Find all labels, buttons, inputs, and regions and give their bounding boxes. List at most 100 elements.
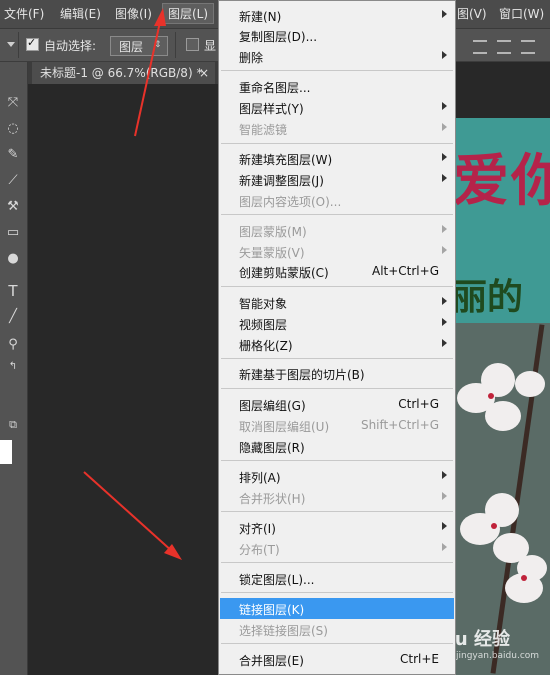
menu-separator — [221, 562, 453, 563]
canvas-text-heading: 爱你 — [455, 148, 550, 214]
show-transform-checkbox[interactable] — [186, 38, 199, 51]
menu-item-label: 图层编组(G) — [239, 399, 306, 413]
menu-item-label: 图层内容选项(O)... — [239, 195, 342, 209]
menu-item-smart-object[interactable]: 智能对象 — [220, 292, 454, 313]
type-tool-icon[interactable]: T — [2, 282, 24, 300]
menu-item-group-layers[interactable]: 图层编组(G) Ctrl+G — [220, 394, 454, 415]
menu-item-label: 新建填充图层(W) — [239, 153, 333, 167]
menu-item-video-layer[interactable]: 视频图层 — [220, 313, 454, 334]
divider — [18, 32, 19, 58]
menu-item-arrange[interactable]: 排列(A) — [220, 466, 454, 487]
menu-item-layer-mask: 图层蒙版(M) — [220, 220, 454, 241]
line-tool-icon[interactable]: ╱ — [2, 308, 24, 326]
menu-item-new-layer-based-slice[interactable]: 新建基于图层的切片(B) — [220, 363, 454, 384]
menu-item-layer-style[interactable]: 图层样式(Y) — [220, 97, 454, 118]
spinner-icon: ⇕ — [154, 40, 162, 50]
auto-select-checkbox[interactable] — [26, 36, 39, 51]
menu-separator — [221, 592, 453, 593]
layer-menu: 新建(N) 复制图层(D)... 删除 重命名图层... 图层样式(Y) 智能滤… — [218, 0, 456, 675]
menu-item-label: 智能滤镜 — [239, 123, 288, 137]
submenu-arrow-icon — [442, 543, 447, 551]
zoom-tool-icon[interactable]: ⚲ — [2, 336, 24, 354]
menu-item-lock-layers[interactable]: 锁定图层(L)... — [220, 568, 454, 589]
tab-close-icon[interactable]: × — [199, 62, 209, 84]
auto-select-dropdown[interactable]: 图层 ⇕ — [110, 36, 168, 56]
swap-colors-icon[interactable]: ↰ — [2, 358, 24, 376]
menu-item-label: 合并形状(H) — [239, 492, 306, 506]
menu-item-label: 视频图层 — [239, 318, 288, 332]
menu-item-shortcut: Shift+Ctrl+G — [360, 418, 439, 432]
menu-item-label: 排列(A) — [239, 471, 281, 485]
tools-panel: ⤧ ◌ ✎ ⟋ ⚒ ▭ ● T ╱ ⚲ ↰ ⧉ — [0, 62, 28, 675]
menu-item-new-fill-layer[interactable]: 新建填充图层(W) — [220, 148, 454, 169]
menu-item-label: 新建基于图层的切片(B) — [239, 368, 365, 382]
menu-item-merge-layers[interactable]: 合并图层(E) Ctrl+E — [220, 649, 454, 670]
menu-item-rename-layer[interactable]: 重命名图层... — [220, 76, 454, 97]
menu-item-label: 重命名图层... — [239, 81, 311, 95]
menu-separator — [221, 286, 453, 287]
screen-mode-icon[interactable]: ⧉ — [2, 416, 24, 434]
menu-item-label: 新建(N) — [239, 10, 282, 24]
menu-item-label: 图层样式(Y) — [239, 102, 304, 116]
brush-tool-icon[interactable]: ⟋ — [2, 172, 24, 190]
menu-window[interactable]: 窗口(W) — [499, 5, 544, 22]
menu-item-label: 选择链接图层(S) — [239, 624, 328, 638]
align-top-icon[interactable] — [473, 40, 487, 54]
document-tab[interactable]: 未标题-1 @ 66.7%(RGB/8) * × — [32, 62, 215, 84]
submenu-arrow-icon — [442, 318, 447, 326]
menu-edit[interactable]: 编辑(E) — [60, 5, 101, 22]
menu-item-label: 合并图层(E) — [239, 654, 304, 668]
show-transform-label: 显 — [204, 39, 217, 53]
align-bottom-icon[interactable] — [521, 40, 535, 54]
menu-item-rasterize[interactable]: 栅格化(Z) — [220, 334, 454, 355]
submenu-arrow-icon — [442, 102, 447, 110]
menu-item-delete[interactable]: 删除 — [220, 46, 454, 67]
menu-item-label: 栅格化(Z) — [239, 339, 293, 353]
align-vcenter-icon[interactable] — [497, 40, 511, 54]
gradient-tool-icon[interactable]: ▭ — [2, 224, 24, 242]
menu-separator — [221, 358, 453, 359]
auto-select-label: 自动选择: — [44, 39, 97, 53]
eyedropper-tool-icon[interactable]: ✎ — [2, 146, 24, 164]
submenu-arrow-icon — [442, 339, 447, 347]
submenu-arrow-icon — [442, 51, 447, 59]
menu-item-hide-layers[interactable]: 隐藏图层(R) — [220, 436, 454, 457]
menu-item-create-clipping-mask[interactable]: 创建剪贴蒙版(C) Alt+Ctrl+G — [220, 261, 454, 282]
menu-item-label: 对齐(I) — [239, 522, 276, 536]
submenu-arrow-icon — [442, 225, 447, 233]
menu-item-link-layers[interactable]: 链接图层(K) — [220, 598, 454, 619]
submenu-arrow-icon — [442, 297, 447, 305]
submenu-arrow-icon — [442, 522, 447, 530]
submenu-arrow-icon — [442, 10, 447, 18]
menu-item-label: 链接图层(K) — [239, 603, 305, 617]
menu-item-combine-shapes: 合并形状(H) — [220, 487, 454, 508]
menu-file[interactable]: 文件(F) — [4, 5, 44, 22]
menu-image[interactable]: 图像(I) — [115, 5, 152, 22]
menu-item-label: 智能对象 — [239, 297, 288, 311]
menu-item-label: 创建剪贴蒙版(C) — [239, 266, 329, 280]
menu-item-label: 复制图层(D)... — [239, 30, 318, 44]
document-tab-title: 未标题-1 @ 66.7%(RGB/8) * — [40, 66, 203, 80]
stamp-tool-icon[interactable]: ⚒ — [2, 198, 24, 216]
dodge-tool-icon[interactable]: ● — [2, 250, 24, 268]
submenu-arrow-icon — [442, 174, 447, 182]
menu-item-align[interactable]: 对齐(I) — [220, 517, 454, 538]
background-color-swatch[interactable] — [0, 440, 12, 464]
arrow-to-link-layers-icon — [83, 471, 182, 560]
lasso-tool-icon[interactable]: ◌ — [2, 120, 24, 138]
submenu-arrow-icon — [442, 492, 447, 500]
canvas-text-subheading: 丽的 — [455, 277, 524, 318]
menu-item-new-adjustment-layer[interactable]: 新建调整图层(J) — [220, 169, 454, 190]
menu-view[interactable]: 图(V) — [457, 5, 487, 22]
menu-item-label: 新建调整图层(J) — [239, 174, 324, 188]
menu-separator — [221, 214, 453, 215]
menu-item-shortcut: Ctrl+G — [398, 397, 439, 411]
menu-item-new[interactable]: 新建(N) — [220, 5, 454, 26]
submenu-arrow-icon — [442, 123, 447, 131]
menu-item-label: 图层蒙版(M) — [239, 225, 307, 239]
menu-item-duplicate-layer[interactable]: 复制图层(D)... — [220, 25, 454, 46]
tool-preset-dropdown-icon[interactable] — [7, 42, 15, 47]
menu-separator — [221, 643, 453, 644]
menu-layer[interactable]: 图层(L) — [162, 3, 215, 24]
move-tool-icon[interactable]: ⤧ — [2, 94, 24, 112]
